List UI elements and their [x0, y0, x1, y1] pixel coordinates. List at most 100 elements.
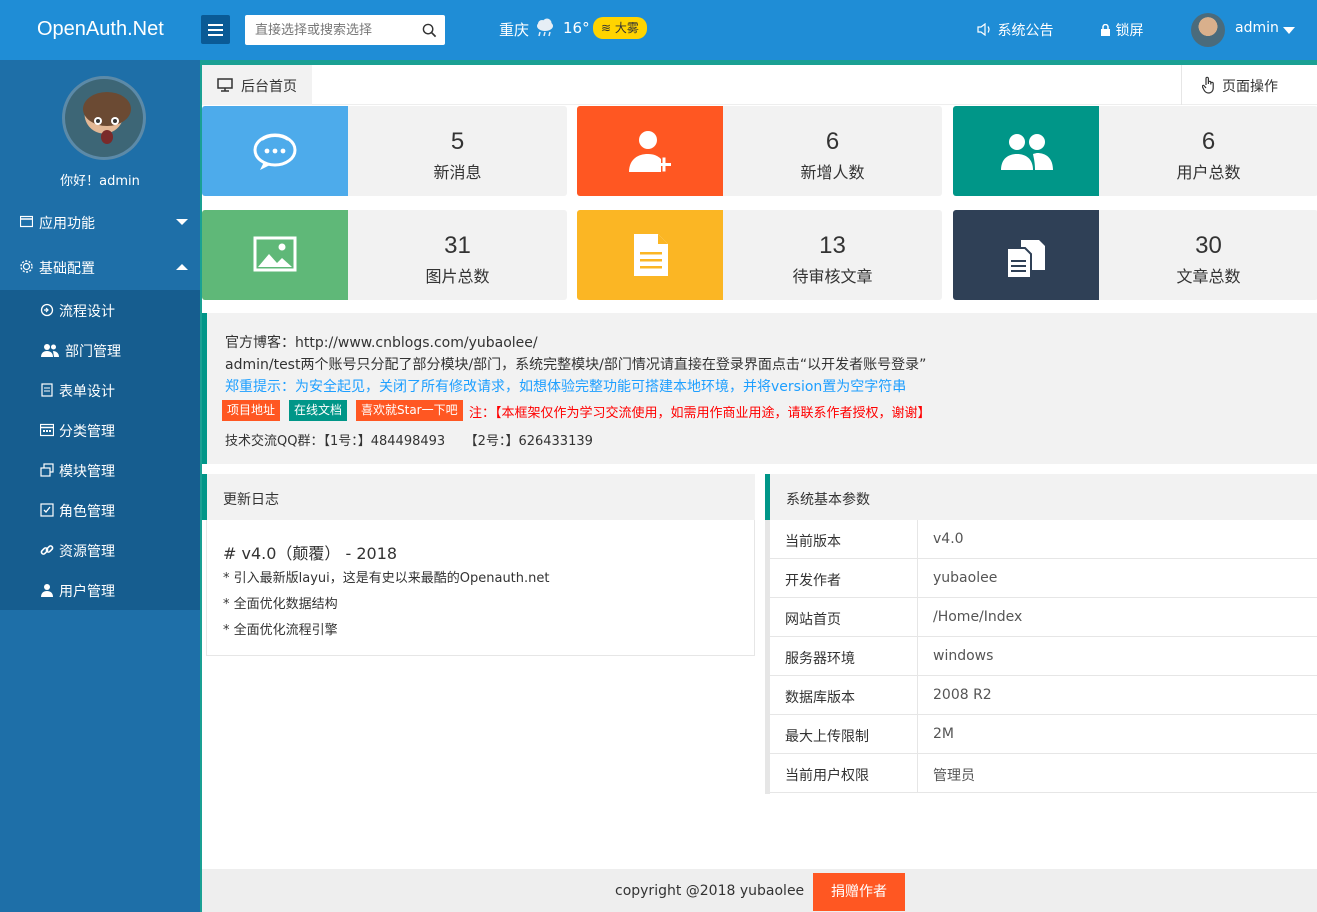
avatar [62, 76, 146, 160]
top-header: OpenAuth.Net 重庆 16° ≋ 大雾 系统公告 锁屏 admin [0, 0, 1317, 60]
card-value: 30 [1195, 232, 1222, 259]
weather-badge: ≋ 大雾 [593, 17, 647, 39]
card-icon-box [953, 106, 1099, 196]
sidebar-item-resource[interactable]: 资源管理 [0, 530, 200, 570]
document-icon [634, 234, 668, 276]
param-value: v4.0 [933, 531, 964, 547]
form-icon [41, 383, 53, 397]
changelog-body: # v4.0（颠覆） - 2018 * 引入最新版layui，这是有史以来最酷的… [206, 520, 755, 656]
sidebar-item-label: 部门管理 [65, 344, 121, 360]
changelog-item: * 引入最新版layui，这是有史以来最酷的Openauth.net [223, 571, 550, 586]
card-label: 待审核文章 [792, 267, 873, 286]
logo[interactable]: OpenAuth.Net [37, 18, 164, 41]
add-user-icon [629, 131, 671, 172]
param-key: 开发作者 [785, 573, 841, 589]
cell-divider [917, 598, 918, 637]
table-row: 开发作者 yubaolee [770, 559, 1317, 598]
lock-screen-label: 锁屏 [1115, 23, 1144, 39]
rain-cloud-icon [537, 18, 553, 37]
sidebar-item-flow[interactable]: 流程设计 [0, 290, 200, 330]
sidebar-item-dept[interactable]: 部门管理 [0, 330, 200, 370]
card-icon-box [953, 210, 1099, 300]
docs-link-button[interactable]: 在线文档 [289, 400, 348, 421]
system-notice-link[interactable]: 系统公告 [977, 20, 1053, 40]
star-link-button[interactable]: 喜欢就Star一下吧 [356, 400, 463, 421]
search-icon[interactable] [422, 23, 437, 38]
search-input[interactable] [245, 15, 415, 45]
chevron-down-icon[interactable] [1283, 27, 1295, 34]
lock-screen-link[interactable]: 锁屏 [1100, 20, 1143, 40]
param-key: 网站首页 [785, 612, 841, 628]
tip-line: 郑重提示：为安全起见，关闭了所有修改请求，如想体验完整功能可搭建本地环境，并将v… [225, 379, 907, 395]
param-value: windows [933, 648, 994, 664]
cell-divider [917, 559, 918, 598]
stat-card-images[interactable]: 31 图片总数 [202, 210, 567, 300]
sidebar-submenu: 流程设计 部门管理 表单设计 分类管理 模块管理 角色管理 资源管理 用户管理 [0, 290, 200, 610]
card-icon-box [202, 210, 348, 300]
card-value: 31 [444, 232, 471, 259]
card-label: 图片总数 [425, 267, 490, 286]
param-value: 2008 R2 [933, 687, 992, 703]
sidebar-item-form[interactable]: 表单设计 [0, 370, 200, 410]
window-icon [20, 215, 33, 228]
param-value: yubaolee [933, 570, 998, 586]
checkbox-icon [40, 503, 54, 517]
stat-card-pending-articles[interactable]: 13 待审核文章 [577, 210, 942, 300]
chevron-down-icon [176, 219, 188, 225]
stat-card-new-users[interactable]: 6 新增人数 [577, 106, 942, 196]
sidebar-item-category[interactable]: 分类管理 [0, 410, 200, 450]
changelog-title: 更新日志 [223, 492, 279, 508]
page-operations-label: 页面操作 [1222, 79, 1278, 95]
sidebar-group-config[interactable]: 基础配置 [0, 245, 200, 290]
system-notice-label: 系统公告 [997, 23, 1054, 39]
project-link-button[interactable]: 项目地址 [222, 400, 281, 421]
card-icon-box [577, 106, 723, 196]
image-icon [253, 236, 297, 272]
param-value: /Home/Index [933, 609, 1023, 625]
page-operations-button[interactable]: 页面操作 [1181, 65, 1317, 105]
chat-icon [253, 133, 297, 170]
card-value: 6 [1201, 128, 1216, 155]
tab-home-label: 后台首页 [241, 79, 297, 95]
tab-bar: 后台首页 页面操作 [202, 65, 1317, 105]
stat-card-total-users[interactable]: 6 用户总数 [953, 106, 1317, 196]
sidebar-group-label: 基础配置 [39, 261, 95, 277]
menu-toggle-button[interactable] [201, 15, 230, 44]
weather-temp: 16° [563, 19, 590, 37]
table-row: 数据库版本 2008 R2 [770, 676, 1317, 715]
search-box [245, 15, 445, 45]
sidebar-item-module[interactable]: 模块管理 [0, 450, 200, 490]
card-label: 文章总数 [1176, 267, 1241, 286]
greeting: 你好！admin [60, 174, 140, 189]
stat-card-messages[interactable]: 5 新消息 [202, 106, 567, 196]
param-key: 数据库版本 [785, 690, 855, 706]
calendar-icon [40, 423, 54, 437]
table-row: 当前用户权限 管理员 [770, 754, 1317, 793]
tab-home[interactable]: 后台首页 [202, 65, 312, 105]
card-label: 新消息 [433, 163, 482, 182]
params-table: 当前版本 v4.0 开发作者 yubaolee 网站首页/Home/Index 服务… [765, 520, 1317, 794]
sidebar-item-user[interactable]: 用户管理 [0, 570, 200, 610]
avatar-face [83, 92, 131, 144]
username[interactable]: admin [1235, 20, 1279, 36]
avatar[interactable] [1191, 13, 1225, 47]
changelog-version: # v4.0（颠覆） - 2018 [223, 544, 398, 563]
sidebar-item-label: 模块管理 [59, 464, 115, 480]
stat-card-total-articles[interactable]: 30 文章总数 [953, 210, 1317, 300]
group-icon [1001, 134, 1053, 170]
blog-line: 官方博客：http://www.cnblogs.com/yubaolee/ [225, 335, 538, 351]
cell-divider [917, 676, 918, 715]
donate-button[interactable]: 捐赠作者 [813, 873, 905, 911]
monitor-icon [217, 78, 233, 92]
warning-text: 注：【本框架仅作为学习交流使用，如需用作商业用途，请联系作者授权，谢谢】 [469, 406, 931, 421]
changelog-item: * 全面优化数据结构 [223, 597, 338, 612]
cell-divider [917, 715, 918, 754]
sidebar-item-role[interactable]: 角色管理 [0, 490, 200, 530]
sidebar-group-app[interactable]: 应用功能 [0, 200, 200, 245]
params-header: 系统基本参数 [765, 474, 1317, 520]
table-row: 网站首页/Home/Index [770, 598, 1317, 637]
card-icon-box [577, 210, 723, 300]
card-value: 5 [450, 128, 465, 155]
user-icon [41, 584, 53, 597]
flow-icon [40, 303, 54, 317]
